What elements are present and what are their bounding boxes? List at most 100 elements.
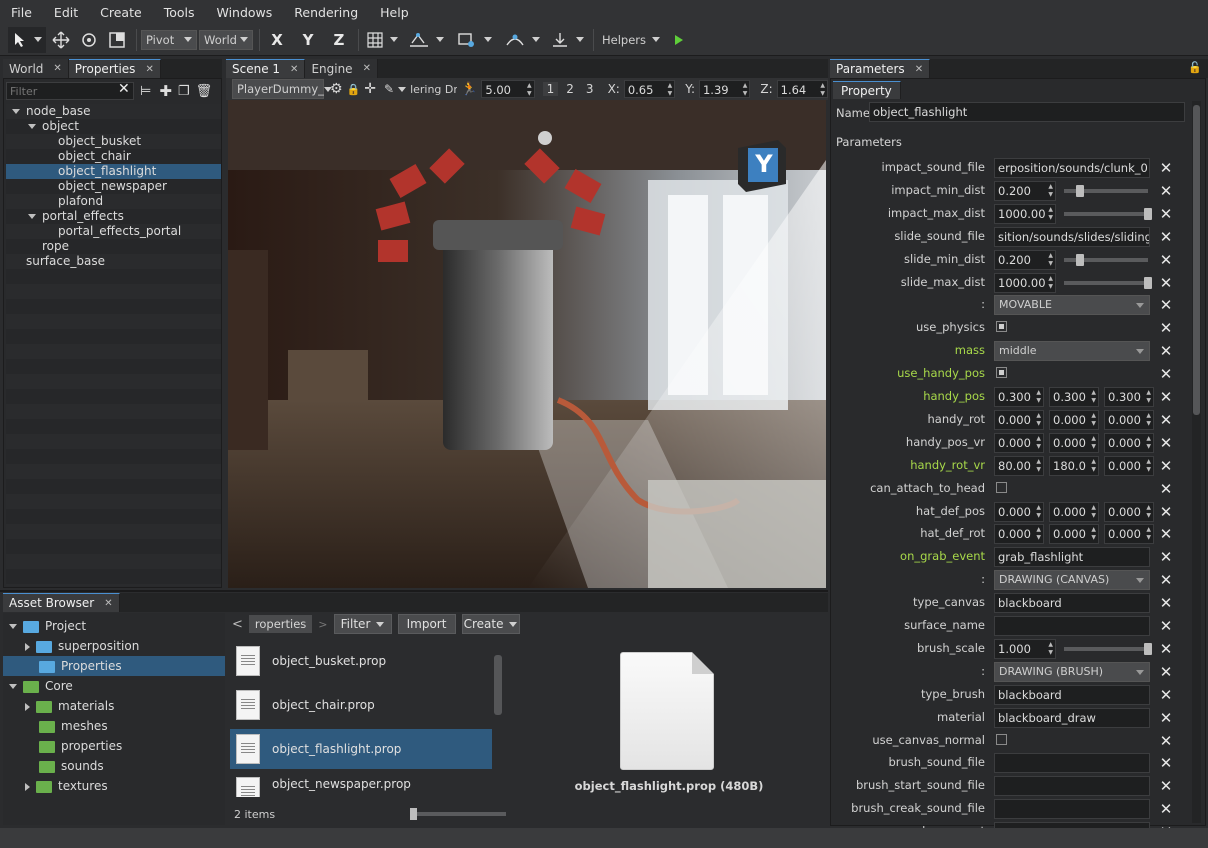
delete-parameter-icon[interactable]: ✕ [1159,619,1173,634]
create-button[interactable]: Create [461,614,520,634]
delete-parameter-icon[interactable]: ✕ [1159,756,1173,771]
crosshair-icon[interactable]: ✛ [364,81,376,97]
tab-parameters[interactable]: Parameters ✕ [830,59,931,78]
text-field[interactable]: grab_flashlight [994,547,1150,568]
delete-parameter-icon[interactable]: ✕ [1159,435,1173,450]
checkbox[interactable] [996,321,1007,333]
trash-icon[interactable]: 🗑 [196,84,213,99]
text-field[interactable]: blackboard_draw [994,707,1150,728]
tree-item[interactable]: object_busket [6,134,221,149]
delete-parameter-icon[interactable]: ✕ [1159,779,1173,794]
drop-to-ground-button[interactable] [547,27,587,53]
y-coord-field[interactable]: 1.39 [698,80,751,98]
camera-speed-field[interactable]: 5.00 [481,80,535,98]
delete-parameter-icon[interactable]: ✕ [1159,161,1173,176]
menu-windows[interactable]: Windows [205,5,283,20]
asset-tree-item[interactable]: textures [3,776,225,796]
number-field[interactable]: 1000.00 [994,272,1056,293]
delete-parameter-icon[interactable]: ✕ [1159,710,1173,725]
asset-tree-item[interactable]: materials [3,696,225,716]
page-2-button[interactable]: 2 [562,82,578,96]
tree-item[interactable]: object [6,119,221,134]
breadcrumb[interactable]: roperties [248,615,313,633]
unlock-icon[interactable]: 🔓 [1188,61,1202,74]
close-icon[interactable]: ✕ [290,64,298,75]
filter-input[interactable] [6,82,134,100]
delete-parameter-icon[interactable]: ✕ [1159,458,1173,473]
enum-dropdown[interactable]: middle [994,341,1150,362]
tab-engine[interactable]: Engine ✕ [305,59,378,78]
text-field[interactable]: erposition/sounds/clunk_0.oga [994,158,1150,178]
value-slider[interactable] [1064,646,1148,651]
vector-component-field[interactable]: 0.000 [1104,432,1154,453]
text-field[interactable]: blackboard [994,684,1150,705]
vector-component-field[interactable]: 0.000 [1049,432,1099,453]
vector-component-field[interactable]: 0.000 [1104,409,1154,430]
tree-item[interactable]: rope [6,239,221,254]
text-field[interactable] [994,616,1150,636]
close-icon[interactable]: ✕ [915,64,923,75]
delete-parameter-icon[interactable]: ✕ [1159,275,1173,290]
tree-item[interactable]: node_base [6,104,221,119]
render-mode-caret[interactable] [398,86,407,92]
close-icon[interactable]: ✕ [53,63,61,74]
text-field[interactable]: blackboard [994,593,1150,614]
vector-component-field[interactable]: 0.000 [994,432,1044,453]
checkbox[interactable] [996,733,1007,745]
name-field[interactable]: object_flashlight [869,102,1185,122]
scale-tool-button[interactable] [104,27,130,53]
tab-asset-browser[interactable]: Asset Browser ✕ [3,593,120,612]
move-tool-button[interactable] [48,27,74,53]
tab-world[interactable]: World ✕ [3,59,69,78]
tree-item[interactable]: plafond [6,194,221,209]
collapse-arrow-icon[interactable] [25,782,30,791]
menu-file[interactable]: File [0,5,43,20]
x-coord-field[interactable]: 0.65 [623,80,676,98]
render-mode-label[interactable]: lering Dr [410,83,457,96]
number-field[interactable]: 0.200 [994,249,1056,270]
vector-component-field[interactable]: 0.300 [1049,387,1099,407]
enum-dropdown[interactable]: DRAWING (CANVAS) [994,570,1150,591]
rotate-tool-button[interactable] [76,27,102,53]
vector-component-field[interactable]: 0.000 [1049,524,1099,545]
vector-component-field[interactable]: 0.300 [1104,387,1154,407]
delete-parameter-icon[interactable]: ✕ [1159,321,1173,336]
add-icon[interactable]: ✚ [159,82,172,100]
delete-parameter-icon[interactable]: ✕ [1159,596,1173,611]
tree-item[interactable]: portal_effects [6,209,221,224]
expand-arrow-icon[interactable] [28,124,36,129]
snap-physics-button[interactable] [499,27,545,53]
enum-dropdown[interactable]: MOVABLE [994,295,1150,316]
close-icon[interactable]: ✕ [145,64,153,75]
delete-parameter-icon[interactable]: ✕ [1159,802,1173,817]
delete-parameter-icon[interactable]: ✕ [1159,527,1173,542]
axis-x-button[interactable]: X [264,27,290,53]
vector-component-field[interactable]: 0.000 [994,524,1044,545]
scrollbar-thumb[interactable] [1193,105,1200,415]
asset-tree-item[interactable]: Core [3,676,225,696]
expand-arrow-icon[interactable] [28,214,36,219]
checkbox[interactable] [996,367,1007,379]
text-field[interactable] [994,799,1150,820]
delete-parameter-icon[interactable]: ✕ [1159,183,1173,198]
delete-parameter-icon[interactable]: ✕ [1159,733,1173,748]
expand-arrow-icon[interactable] [9,624,17,629]
vector-component-field[interactable]: 0.000 [994,409,1044,430]
tab-properties[interactable]: Properties ✕ [68,59,161,78]
vector-component-field[interactable]: 0.000 [994,501,1044,522]
delete-parameter-icon[interactable]: ✕ [1159,298,1173,313]
settings-gear-icon[interactable]: ⚙ [330,81,343,97]
delete-parameter-icon[interactable]: ✕ [1159,252,1173,267]
enum-dropdown[interactable]: DRAWING (BRUSH) [994,661,1150,682]
helpers-dropdown[interactable]: Helpers [598,27,664,53]
snap-surface-button[interactable] [403,27,449,53]
vector-component-field[interactable]: 80.00 [994,455,1044,476]
z-coord-field[interactable]: 1.64 [776,80,828,98]
tree-item[interactable]: object_newspaper [6,179,221,194]
asset-tree-item[interactable]: Properties [3,656,225,676]
forward-chevron-icon[interactable]: > [318,618,327,631]
menu-rendering[interactable]: Rendering [283,5,369,20]
delete-parameter-icon[interactable]: ✕ [1159,687,1173,702]
select-tool-button[interactable] [8,26,46,53]
asset-tree-item[interactable]: properties [3,736,225,756]
